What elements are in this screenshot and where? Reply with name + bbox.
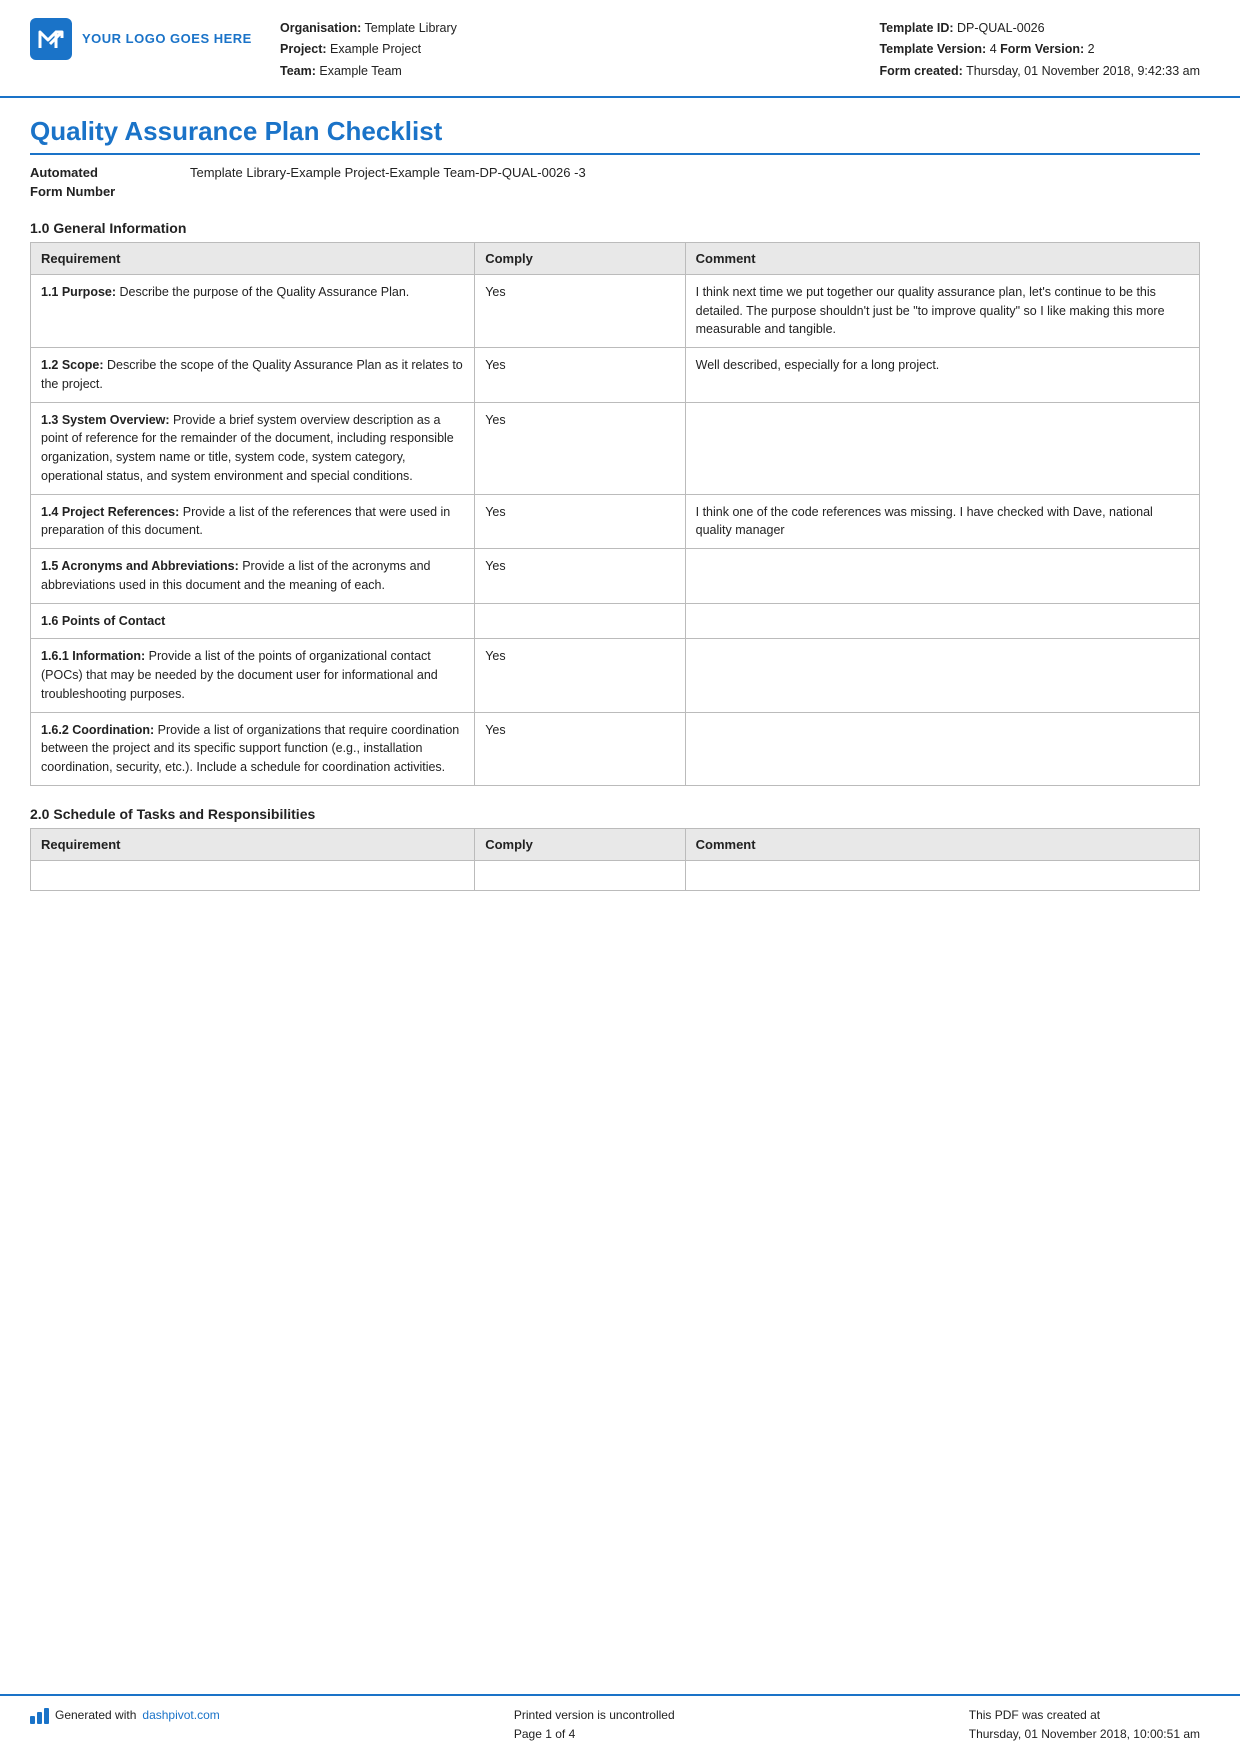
header-meta: Organisation: Template Library Project: … [280,18,1200,82]
main-content: Quality Assurance Plan Checklist Automat… [0,98,1240,1694]
logo-area: YOUR LOGO GOES HERE [30,18,260,60]
col-header-requirement: Requirement [31,242,475,274]
req-cell-4: 1.5 Acronyms and Abbreviations: Provide … [31,549,475,604]
footer-right-line2: Thursday, 01 November 2018, 10:00:51 am [969,1725,1200,1744]
table-row: 1.6.2 Coordination: Provide a list of or… [31,712,1200,785]
page-header: YOUR LOGO GOES HERE Organisation: Templa… [0,0,1240,98]
comment-cell-1: Well described, especially for a long pr… [685,348,1199,403]
generated-text: Generated with [55,1706,136,1725]
form-version-value: 2 [1088,42,1095,56]
project-value: Example Project [330,42,421,56]
template-version-label: Template Version: [879,42,986,56]
form-created-value: Thursday, 01 November 2018, 9:42:33 am [966,64,1200,78]
table-row: 1.5 Acronyms and Abbreviations: Provide … [31,549,1200,604]
template-id-value: DP-QUAL-0026 [957,21,1045,35]
site-link[interactable]: dashpivot.com [142,1706,219,1725]
dashpivot-icon [30,1706,49,1724]
table-header-row: Requirement Comply Comment [31,242,1200,274]
logo-text: YOUR LOGO GOES HERE [82,31,252,48]
table-row: 1.6.1 Information: Provide a list of the… [31,639,1200,712]
form-number-row: AutomatedForm Number Template Library-Ex… [30,163,1200,202]
req-cell-3: 1.4 Project References: Provide a list o… [31,494,475,549]
footer-right: This PDF was created at Thursday, 01 Nov… [969,1706,1200,1744]
table-row: 1.4 Project References: Provide a list o… [31,494,1200,549]
req-cell-7: 1.6.2 Coordination: Provide a list of or… [31,712,475,785]
req-cell-6: 1.6.1 Information: Provide a list of the… [31,639,475,712]
form-created-label: Form created: [879,64,962,78]
form-number-value: Template Library-Example Project-Example… [190,163,586,183]
comply-cell-0: Yes [475,274,685,347]
table-row-empty [31,860,1200,890]
table-row: 1.2 Scope: Describe the scope of the Qua… [31,348,1200,403]
req-cell-1: 1.2 Scope: Describe the scope of the Qua… [31,348,475,403]
team-value: Example Team [319,64,401,78]
org-value: Template Library [365,21,457,35]
col-header-comply: Comply [475,828,685,860]
comment-cell-7 [685,712,1199,785]
col-header-comply: Comply [475,242,685,274]
comment-cell-6 [685,639,1199,712]
section1-table: Requirement Comply Comment 1.1 Purpose: … [30,242,1200,786]
req-cell-5: 1.6 Points of Contact [31,603,475,639]
template-id-label: Template ID: [879,21,953,35]
table-row: 1.1 Purpose: Describe the purpose of the… [31,274,1200,347]
comment-cell-3: I think one of the code references was m… [685,494,1199,549]
header-meta-left: Organisation: Template Library Project: … [280,18,457,82]
col-header-comment: Comment [685,828,1199,860]
org-label: Organisation: [280,21,361,35]
document-title: Quality Assurance Plan Checklist [30,116,1200,155]
comply-cell-6: Yes [475,639,685,712]
form-version-label: Form Version: [1000,42,1084,56]
comment-cell-0: I think next time we put together our qu… [685,274,1199,347]
comply-cell-4: Yes [475,549,685,604]
table-header-row: Requirement Comply Comment [31,828,1200,860]
comply-cell-5 [475,603,685,639]
comment-cell-4 [685,549,1199,604]
table-row: 1.6 Points of Contact [31,603,1200,639]
section2-table: Requirement Comply Comment [30,828,1200,891]
template-version-value: 4 [990,42,997,56]
table-row: 1.3 System Overview: Provide a brief sys… [31,402,1200,494]
col-header-comment: Comment [685,242,1199,274]
comply-cell-1: Yes [475,348,685,403]
team-label: Team: [280,64,316,78]
form-number-label: AutomatedForm Number [30,163,190,202]
col-header-requirement: Requirement [31,828,475,860]
footer-center-line2: Page 1 of 4 [514,1725,675,1744]
footer-left: Generated with dashpivot.com [30,1706,220,1725]
logo-icon [30,18,72,60]
footer-right-line1: This PDF was created at [969,1706,1200,1725]
project-label: Project: [280,42,327,56]
comment-cell-5 [685,603,1199,639]
comply-cell-3: Yes [475,494,685,549]
section2-title: 2.0 Schedule of Tasks and Responsibiliti… [30,806,1200,822]
footer-center-line1: Printed version is uncontrolled [514,1706,675,1725]
req-cell-0: 1.1 Purpose: Describe the purpose of the… [31,274,475,347]
comply-cell-2: Yes [475,402,685,494]
comply-cell-7: Yes [475,712,685,785]
req-cell-2: 1.3 System Overview: Provide a brief sys… [31,402,475,494]
header-meta-right: Template ID: DP-QUAL-0026 Template Versi… [879,18,1200,82]
comment-cell-2 [685,402,1199,494]
page-footer: Generated with dashpivot.com Printed ver… [0,1694,1240,1754]
footer-center: Printed version is uncontrolled Page 1 o… [514,1706,675,1744]
section1-title: 1.0 General Information [30,220,1200,236]
